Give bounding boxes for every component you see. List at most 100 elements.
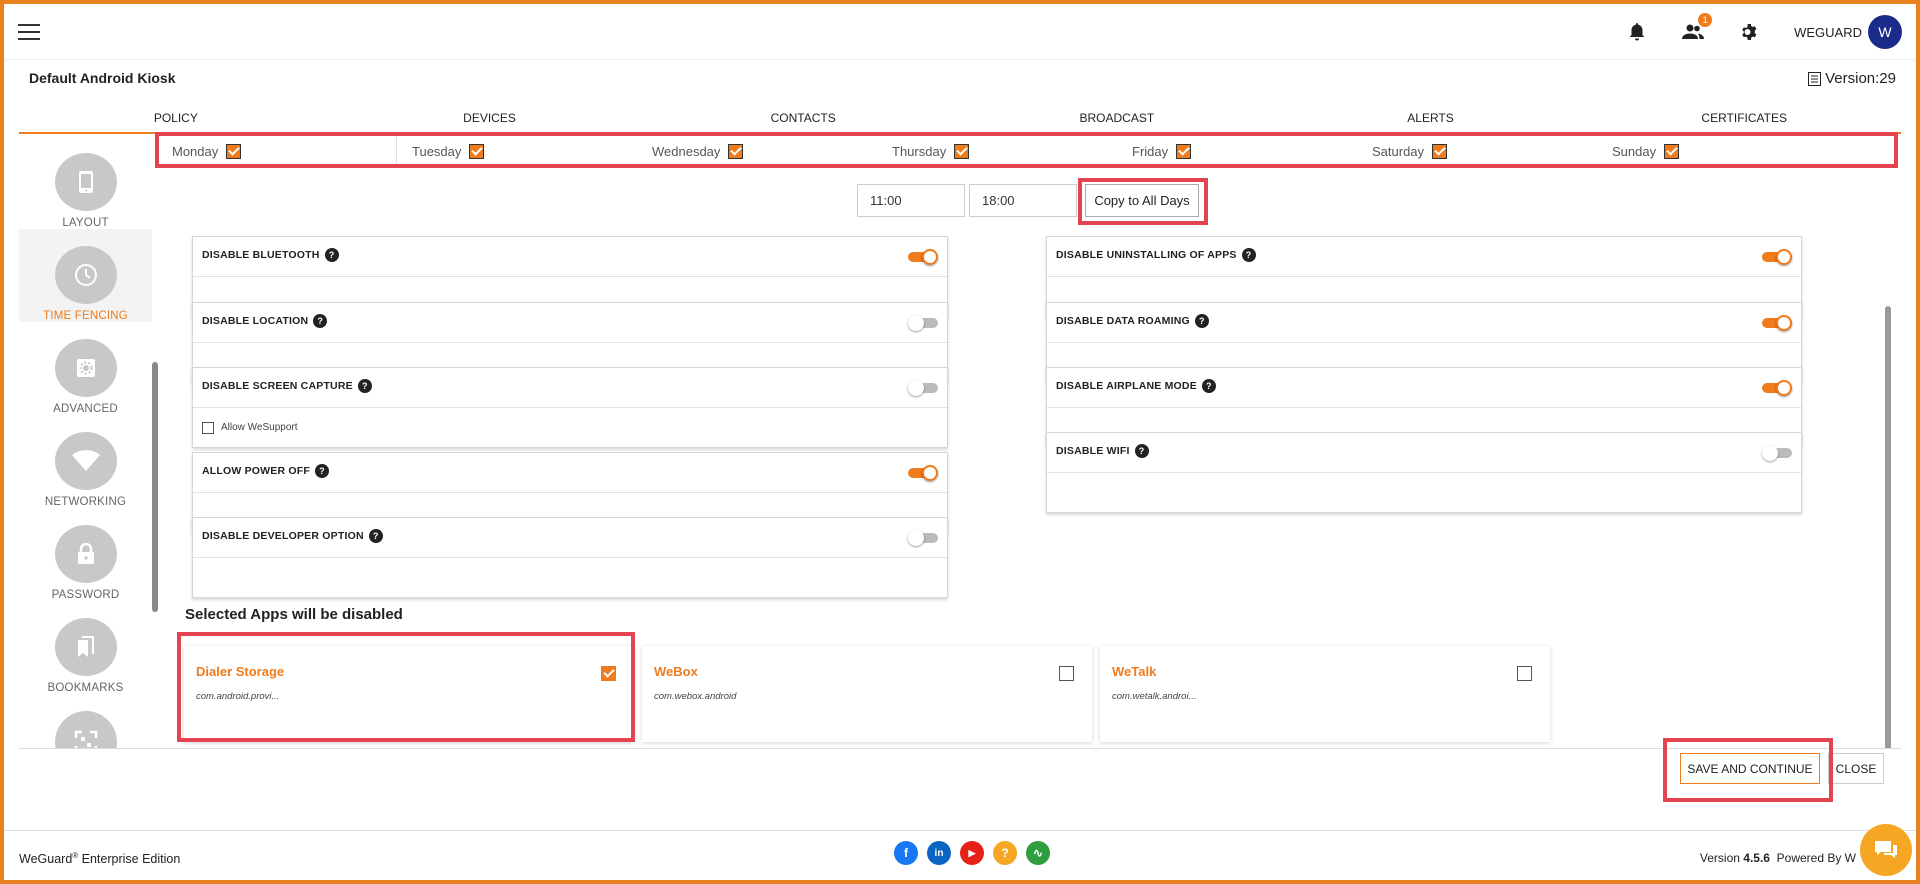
chat-icon[interactable] [1860,824,1912,876]
app-checkbox[interactable] [601,666,616,681]
allow-wesupport-checkbox[interactable] [202,421,214,434]
sidebar-label: ADVANCED [53,403,118,415]
uninstall-apps-toggle[interactable] [1762,249,1792,265]
help-icon[interactable]: ? [368,529,383,543]
app-package: com.wetalk.androi... [1112,691,1197,702]
airplane-mode-toggle[interactable] [1762,380,1792,396]
app-checkbox[interactable] [1517,666,1532,681]
day-label: Thursday [892,144,947,159]
side-circle-bookmarks [54,618,117,676]
sidebar-item-layout[interactable]: LAYOUT [19,136,152,229]
setting-head: DISABLE SCREEN CAPTURE? [193,368,947,408]
day-checkbox[interactable] [954,144,970,159]
day-checkbox[interactable] [1432,144,1448,159]
day-label: Wednesday [652,144,721,159]
wifi-toggle[interactable] [1762,445,1792,461]
day-checkbox[interactable] [226,144,242,159]
avatar[interactable]: W [1868,15,1902,49]
setting-title-text: DISABLE BLUETOOTH [202,249,320,261]
settings-gear-icon[interactable] [1738,21,1760,43]
developer-option-toggle[interactable] [908,530,938,546]
sidebar-item-password[interactable]: PASSWORD [19,508,152,601]
app-card-webox[interactable]: WeBox com.webox.android [642,646,1092,742]
setting-head: DISABLE WIFI? [1047,433,1801,473]
sidebar-item-networking[interactable]: NETWORKING [19,415,152,508]
setting-head: DISABLE BLUETOOTH? [193,237,947,277]
toggle-knob [922,465,938,481]
day-friday[interactable]: Friday [1117,136,1357,167]
document-icon [1808,71,1822,86]
day-thursday[interactable]: Thursday [877,136,1117,167]
day-monday[interactable]: Monday [157,136,397,167]
tab-broadcast[interactable]: BROADCAST [960,106,1274,132]
help-icon[interactable]: ? [993,841,1017,865]
tab-policy[interactable]: POLICY [19,106,333,132]
setting-title-text: DISABLE LOCATION [202,315,309,327]
sidebar-item-time-fencing[interactable]: TIME FENCING [19,229,152,322]
health-icon[interactable]: ∿ [1026,841,1050,865]
tab-certificates[interactable]: CERTIFICATES [1587,106,1901,132]
help-icon[interactable]: ? [1194,314,1209,328]
help-icon[interactable]: ? [315,464,329,478]
day-saturday[interactable]: Saturday [1357,136,1597,167]
day-checkbox[interactable] [728,144,744,159]
setting-title-text: DISABLE DATA ROAMING [1056,315,1190,327]
bluetooth-toggle[interactable] [908,249,938,265]
toggle-knob [1776,315,1792,331]
sidebar-item-qr[interactable] [19,694,152,748]
toggle-knob [1776,249,1792,265]
tab-devices[interactable]: DEVICES [333,106,647,132]
day-checkbox[interactable] [1664,144,1680,159]
toggle-knob [908,315,924,331]
brand-name: WeGuard [19,852,73,867]
sidebar-item-bookmarks[interactable]: BOOKMARKS [19,601,152,694]
sidebar-item-advanced[interactable]: ADVANCED [19,322,152,415]
help-icon[interactable]: ? [1134,444,1149,458]
tab-contacts[interactable]: CONTACTS [646,106,960,132]
setting-title: DISABLE DATA ROAMING? [1056,314,1209,328]
time-range: 11:00 18:00 Copy to All Days [857,184,1199,217]
end-time-input[interactable]: 18:00 [969,184,1077,217]
help-icon[interactable]: ? [1241,248,1256,262]
save-and-continue-button[interactable]: SAVE AND CONTINUE [1680,753,1820,784]
app-card-dialer-storage[interactable]: Dialer Storage com.android.provi... [184,646,634,742]
day-label: Sunday [1612,144,1657,159]
location-toggle[interactable] [908,315,938,331]
day-tuesday[interactable]: Tuesday [397,136,637,167]
start-time-input[interactable]: 11:00 [857,184,965,217]
notifications-icon[interactable] [1626,21,1648,43]
help-icon[interactable]: ? [357,379,372,393]
day-label: Monday [172,144,219,159]
close-button[interactable]: CLOSE [1828,753,1884,784]
data-roaming-toggle[interactable] [1762,315,1792,331]
day-checkbox[interactable] [1176,144,1192,159]
linkedin-icon[interactable]: in [927,841,951,865]
setting-title: DISABLE AIRPLANE MODE? [1056,379,1216,393]
day-label: Friday [1132,144,1169,159]
footer-brand: WeGuard® Enterprise Edition [19,851,180,866]
day-sunday[interactable]: Sunday [1597,136,1837,167]
setting-title: DISABLE DEVELOPER OPTION? [202,529,383,543]
help-icon[interactable]: ? [324,248,339,262]
main-scrollbar[interactable] [1885,306,1891,748]
day-checkbox[interactable] [469,144,485,159]
menu-icon[interactable] [18,24,40,40]
facebook-icon[interactable]: f [894,841,918,865]
version-text: Version:29 [1825,70,1896,87]
help-icon[interactable]: ? [313,314,328,328]
day-wednesday[interactable]: Wednesday [637,136,877,167]
sidebar-label: PASSWORD [51,589,120,601]
user-name[interactable]: WEGUARD [1794,25,1862,40]
gear-icon [76,359,95,377]
app-card-wetalk[interactable]: WeTalk com.wetalk.androi... [1100,646,1550,742]
screen-capture-toggle[interactable] [908,380,938,396]
app-checkbox[interactable] [1059,666,1074,681]
power-off-toggle[interactable] [908,465,938,481]
youtube-icon[interactable]: ▶ [960,841,984,865]
copy-to-all-days-button[interactable]: Copy to All Days [1085,184,1199,217]
help-icon[interactable]: ? [1201,379,1216,393]
tab-alerts[interactable]: ALERTS [1274,106,1588,132]
users-icon[interactable]: 1 [1682,13,1713,43]
edition-text: Enterprise Edition [78,852,181,867]
side-circle-layout [54,153,117,211]
